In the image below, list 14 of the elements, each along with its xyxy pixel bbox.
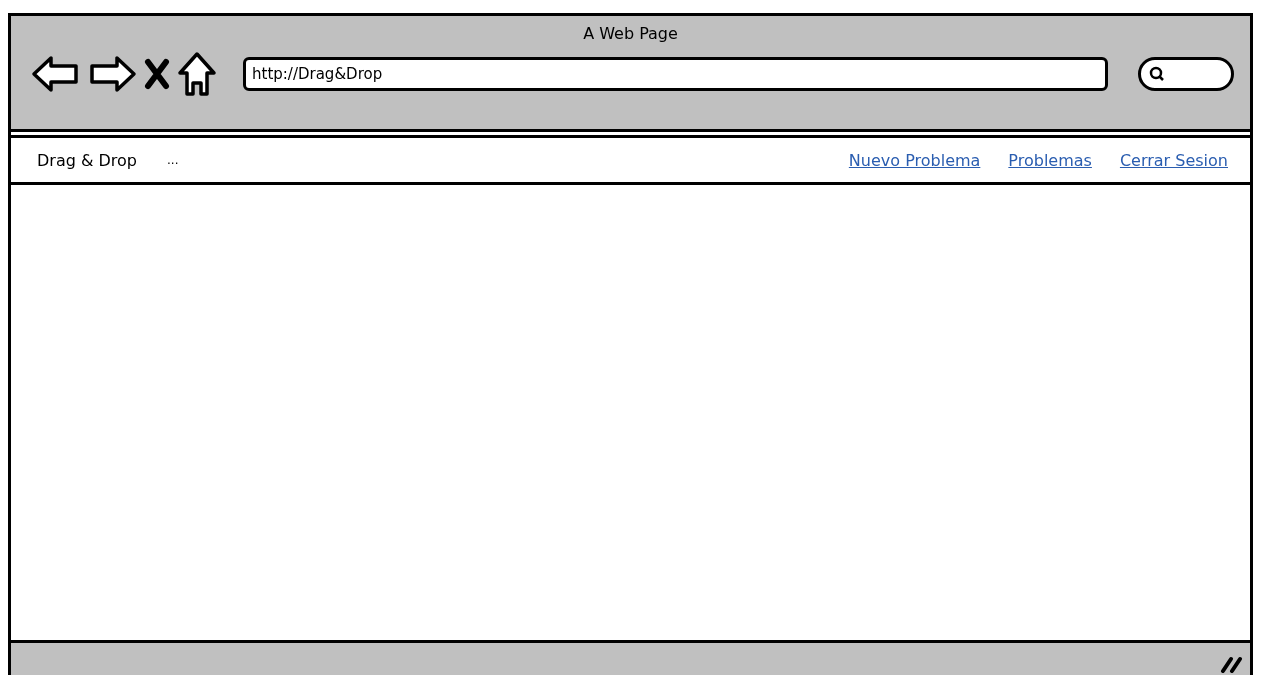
nav-link[interactable]: Problemas: [1008, 150, 1092, 170]
address-field[interactable]: http://Drag&Drop: [243, 57, 1108, 91]
back-icon[interactable]: [31, 53, 81, 95]
search-field[interactable]: [1138, 57, 1234, 91]
forward-icon[interactable]: [87, 53, 137, 95]
window-title: A Web Page: [582, 23, 679, 43]
ellipsis: ...: [167, 153, 179, 167]
nav-link[interactable]: Cerrar Sesion: [1119, 150, 1228, 170]
resize-grip-icon[interactable]: [1220, 655, 1244, 673]
search-icon: [1149, 66, 1165, 82]
close-icon[interactable]: [143, 57, 171, 91]
nav-link[interactable]: Nuevo Problema: [848, 150, 981, 170]
site-name: Drag & Drop: [37, 150, 137, 170]
home-icon[interactable]: [177, 51, 217, 97]
